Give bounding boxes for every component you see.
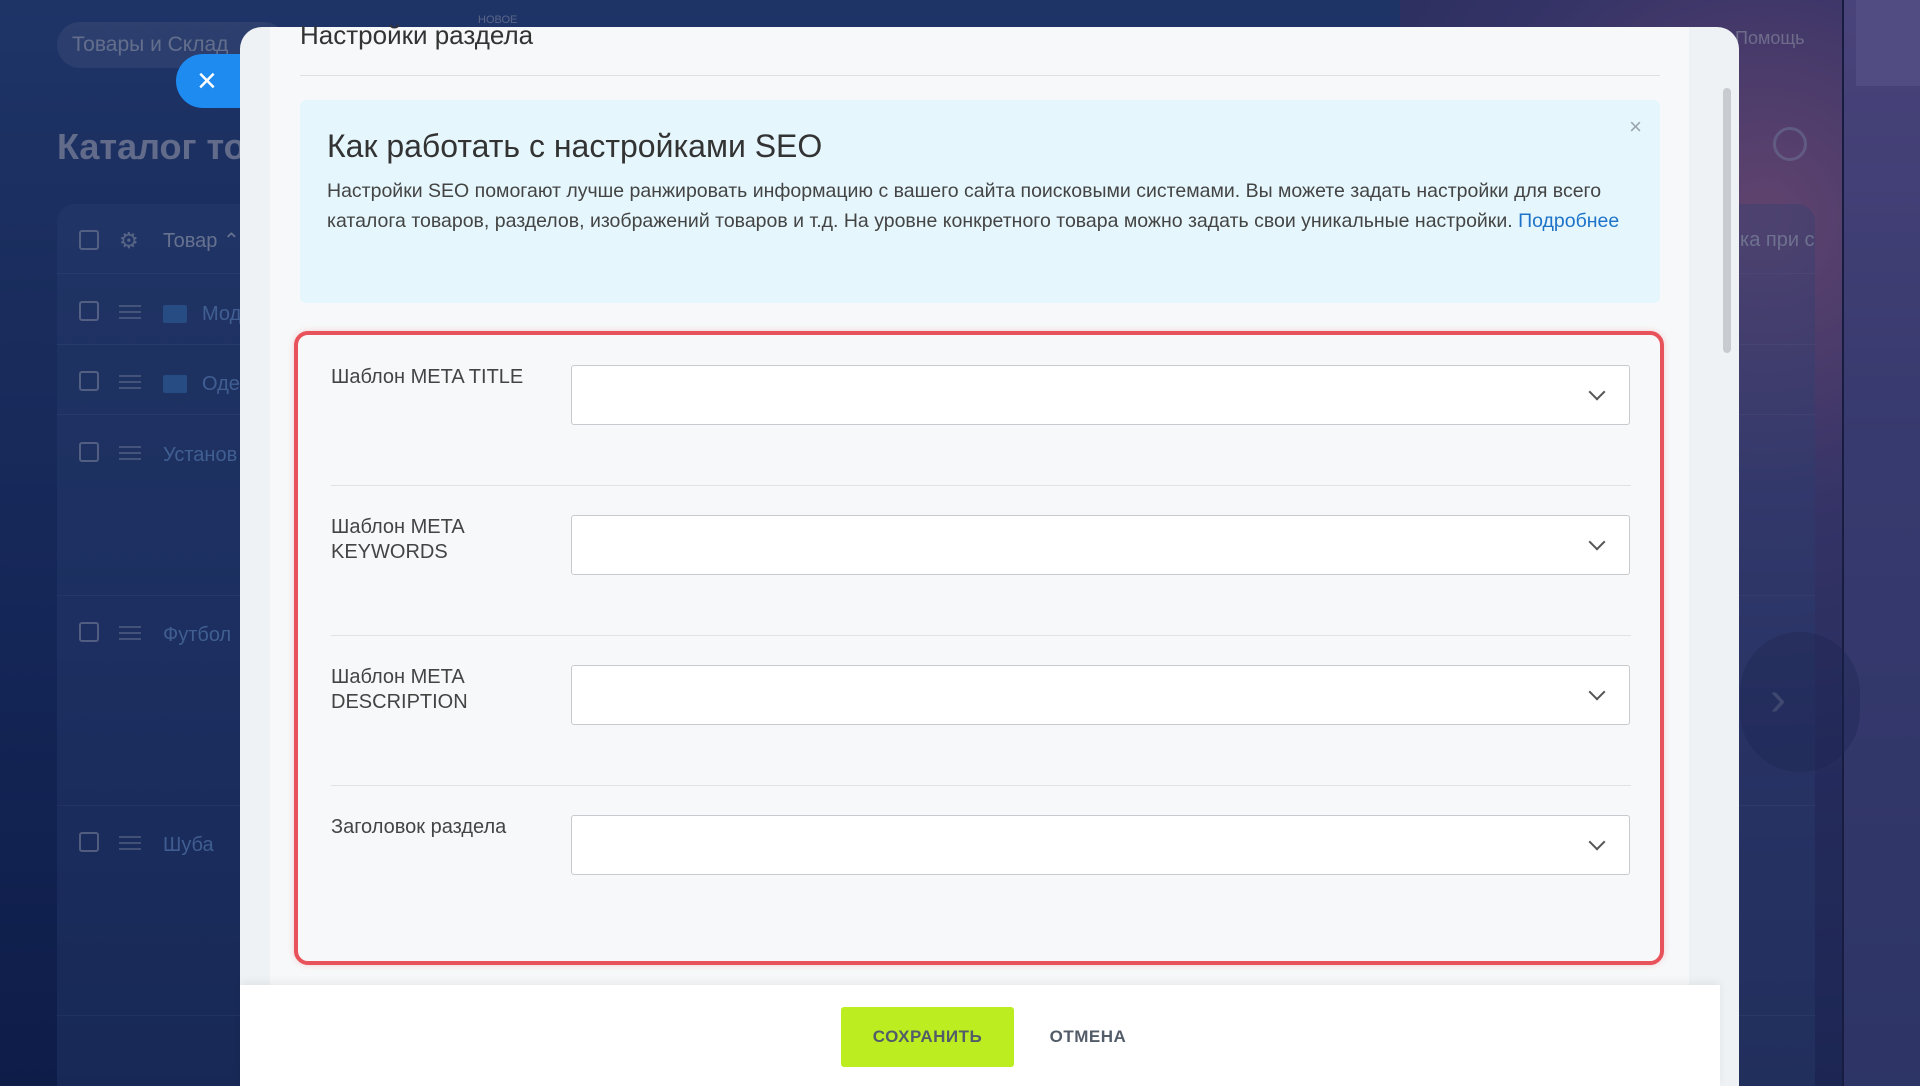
field-label: Шаблон META KEYWORDS xyxy=(331,516,464,563)
save-button[interactable]: СОХРАНИТЬ xyxy=(841,1007,1014,1067)
field-meta-description: Шаблон META DESCRIPTION xyxy=(298,635,1660,785)
chevron-down-icon xyxy=(1588,383,1606,401)
close-icon[interactable]: × xyxy=(1629,114,1642,140)
seo-info-alert: Как работать с настройками SEO Настройки… xyxy=(300,100,1660,303)
scrollbar[interactable] xyxy=(1723,88,1731,353)
field-label: Заголовок раздела xyxy=(331,816,507,838)
alert-title: Как работать с настройками SEO xyxy=(327,128,823,164)
alert-text: Настройки SEO помогают лучше ранжировать… xyxy=(327,180,1620,232)
meta-title-select[interactable] xyxy=(571,365,1630,425)
chevron-down-icon xyxy=(1588,833,1606,851)
field-meta-title: Шаблон META TITLE xyxy=(298,335,1660,485)
field-section-heading: Заголовок раздела xyxy=(298,785,1660,935)
meta-description-select[interactable] xyxy=(571,665,1630,725)
meta-keywords-select[interactable] xyxy=(571,515,1630,575)
field-label: Шаблон META TITLE xyxy=(331,366,524,388)
chevron-down-icon xyxy=(1588,533,1606,551)
chevron-down-icon xyxy=(1588,683,1606,701)
section-heading-select[interactable] xyxy=(571,815,1630,875)
section-title: Настройки раздела xyxy=(300,20,534,50)
cancel-button[interactable]: ОТМЕНА xyxy=(1038,1007,1138,1067)
field-label: Шаблон META DESCRIPTION xyxy=(331,666,468,713)
field-meta-keywords: Шаблон META KEYWORDS xyxy=(298,485,1660,635)
divider xyxy=(300,75,1660,76)
close-icon: × xyxy=(197,62,217,100)
slider-footer: СОХРАНИТЬ ОТМЕНА xyxy=(240,985,1720,1086)
seo-fields-highlight: Шаблон META TITLE Шаблон META KEYWORDS Ш… xyxy=(294,331,1664,965)
more-link[interactable]: Подробнее xyxy=(1518,210,1619,232)
